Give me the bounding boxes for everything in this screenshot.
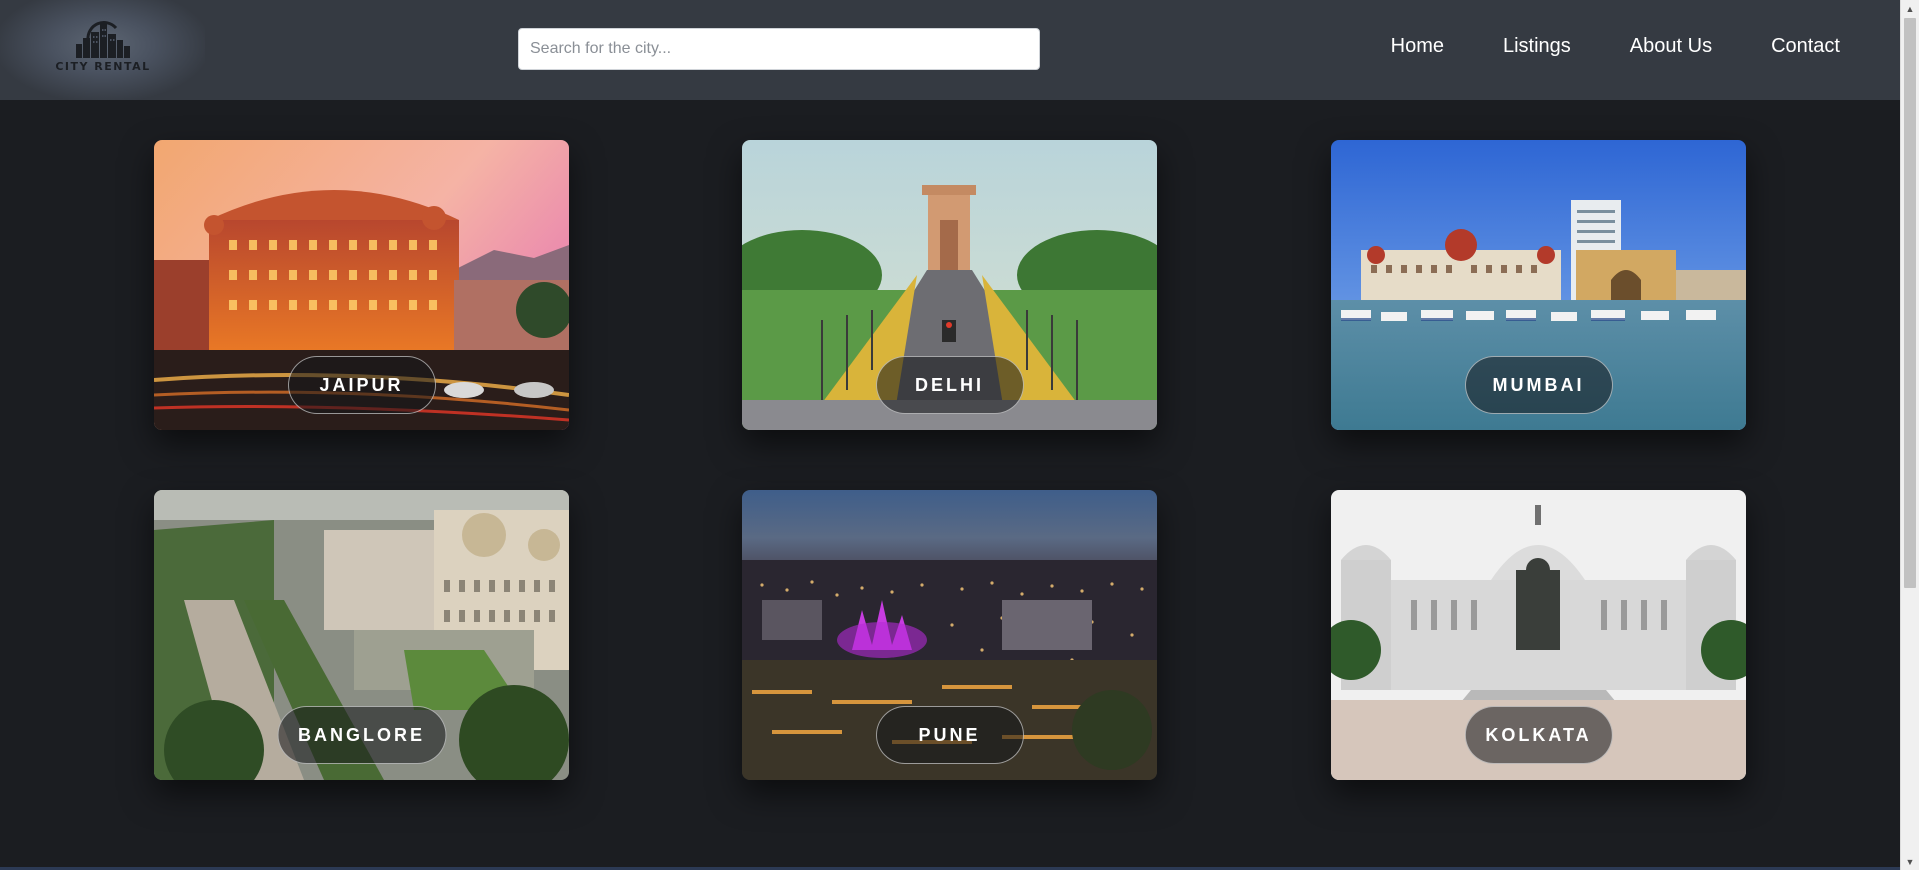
nav-about-us-link[interactable]: About Us [1630,35,1712,58]
brand-name: CITY RENTAL [55,60,151,73]
vertical-scrollbar[interactable]: ▲ ▼ [1900,0,1919,870]
city-skyline-icon [76,21,130,58]
nav-contact-link[interactable]: Contact [1771,35,1840,58]
nav-home-link[interactable]: Home [1391,35,1444,58]
city-label: JAIPUR [287,356,436,414]
scrollbar-thumb[interactable] [1904,18,1916,588]
site-header: CITY RENTAL Home Listings About Us Conta… [0,0,1900,100]
nav-listings-link[interactable]: Listings [1503,35,1571,58]
city-label: PUNE [875,706,1024,764]
brand-logo[interactable]: CITY RENTAL [55,14,151,78]
city-search-input[interactable] [518,28,1040,70]
city-label: MUMBAI [1464,356,1613,414]
main-nav: Home Listings About Us Contact [1391,0,1840,92]
city-label: KOLKATA [1464,706,1613,764]
scroll-down-arrow-icon[interactable]: ▼ [1901,853,1919,870]
logo-area: CITY RENTAL [0,0,205,100]
city-card-banglore[interactable]: BANGLORE [154,490,569,780]
city-label: DELHI [875,356,1024,414]
city-card-delhi[interactable]: DELHI [742,140,1157,430]
city-card-jaipur[interactable]: JAIPUR [154,140,569,430]
city-card-grid: JAIPUR DELHI MUMBAI BANGLORE PUNE KOLKAT… [0,100,1900,870]
city-label: BANGLORE [277,706,446,764]
city-card-kolkata[interactable]: KOLKATA [1331,490,1746,780]
scroll-up-arrow-icon[interactable]: ▲ [1901,0,1919,17]
city-card-mumbai[interactable]: MUMBAI [1331,140,1746,430]
city-card-pune[interactable]: PUNE [742,490,1157,780]
